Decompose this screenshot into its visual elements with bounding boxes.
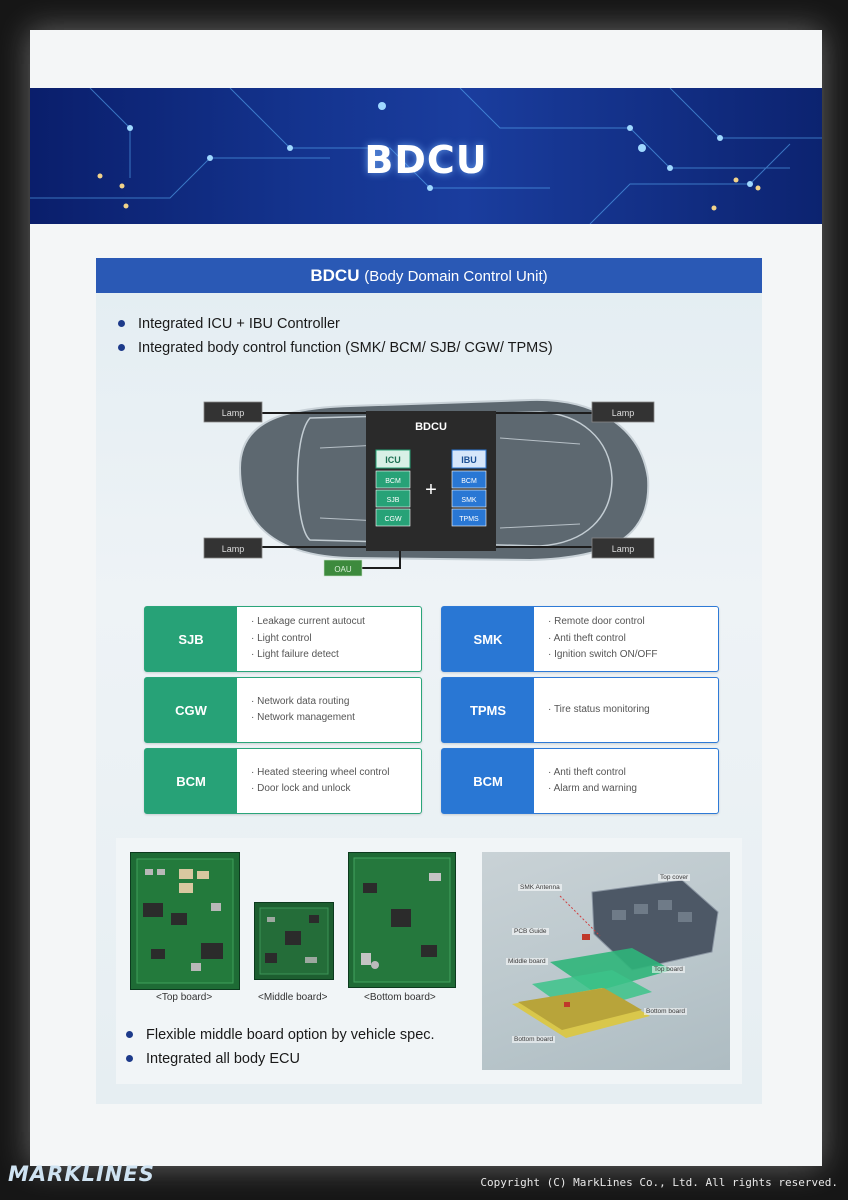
bullet-icon [126, 1055, 133, 1062]
bullet-icon [118, 320, 125, 327]
svg-text:BCM: BCM [461, 478, 477, 485]
panel-header: BDCU (Body Domain Control Unit) [96, 258, 762, 293]
list-item: Flexible middle board option by vehicle … [126, 1023, 435, 1047]
bottom-board-label: Bottom board [644, 1008, 688, 1015]
svg-text:IBU: IBU [461, 455, 477, 465]
svg-text:SJB: SJB [387, 497, 400, 504]
svg-text:Lamp: Lamp [612, 408, 635, 418]
svg-text:SMK: SMK [461, 497, 477, 504]
content-panel: BDCU (Body Domain Control Unit) Integrat… [96, 258, 762, 1104]
middle-board-caption: <Middle board> [258, 992, 328, 1003]
svg-text:Lamp: Lamp [222, 408, 245, 418]
svg-text:BCM: BCM [385, 478, 401, 485]
card-tag: CGW [145, 678, 237, 742]
svg-text:OAU: OAU [334, 565, 352, 574]
card-tag: SMK [442, 607, 534, 671]
card-list: Network data routing Network management [237, 678, 355, 742]
svg-text:Lamp: Lamp [612, 544, 635, 554]
copyright-text: Copyright (C) MarkLines Co., Ltd. All ri… [480, 1176, 838, 1189]
bdcu-label: BDCU [415, 421, 447, 433]
bottom-board-label-2: Bottom board [512, 1036, 556, 1043]
middle-board-image [254, 902, 334, 980]
top-cover-label: Top cover [658, 874, 691, 881]
top-board-image [130, 852, 240, 990]
card-tag: TPMS [442, 678, 534, 742]
bullet-icon [118, 344, 125, 351]
panel-title: BDCU [310, 266, 360, 285]
banner-title: BDCU [364, 138, 488, 182]
card-cgw: CGW Network data routing Network managem… [144, 677, 422, 743]
top-board-label: Top board [652, 966, 685, 973]
car-diagram: BDCU ICU BCM SJB CGW + IBU BCM SMK TPMS … [203, 398, 655, 577]
hardware-section: <Top board> <Middle board> <Bottom board… [116, 838, 742, 1084]
plus-icon: + [425, 479, 437, 501]
svg-text:CGW: CGW [384, 516, 402, 523]
card-list: Anti theft control Alarm and warning [534, 749, 637, 813]
panel-subtitle: (Body Domain Control Unit) [364, 268, 548, 285]
bullet-icon [126, 1031, 133, 1038]
bottom-board-caption: <Bottom board> [364, 992, 436, 1003]
card-tag: BCM [145, 749, 237, 813]
card-list: Remote door control Anti theft control I… [534, 607, 658, 671]
card-list: Tire status monitoring [534, 678, 650, 742]
card-tpms: TPMS Tire status monitoring [441, 677, 719, 743]
card-list: Leakage current autocut Light control Li… [237, 607, 365, 671]
card-tag: SJB [145, 607, 237, 671]
list-item: Integrated ICU + IBU Controller [118, 312, 553, 336]
feature-list: Integrated ICU + IBU Controller Integrat… [118, 312, 553, 360]
card-bcm-green: BCM Heated steering wheel control Door l… [144, 748, 422, 814]
title-banner: BDCU [30, 88, 822, 224]
card-bcm-blue: BCM Anti theft control Alarm and warning [441, 748, 719, 814]
card-list: Heated steering wheel control Door lock … [237, 749, 389, 813]
svg-text:Lamp: Lamp [222, 544, 245, 554]
card-smk: SMK Remote door control Anti theft contr… [441, 606, 719, 672]
svg-text:ICU: ICU [385, 455, 401, 465]
list-item: Integrated all body ECU [126, 1047, 435, 1071]
smk-antenna-label: SMK Antenna [518, 884, 562, 891]
hardware-list: Flexible middle board option by vehicle … [126, 1023, 435, 1071]
pcb-guide-label: PCB Guide [512, 928, 549, 935]
svg-text:TPMS: TPMS [459, 516, 479, 523]
marklines-logo: MARKLINES [8, 1162, 155, 1186]
bottom-board-image [348, 852, 456, 988]
card-tag: BCM [442, 749, 534, 813]
card-sjb: SJB Leakage current autocut Light contro… [144, 606, 422, 672]
list-item: Integrated body control function (SMK/ B… [118, 336, 553, 360]
exploded-view-image: Top cover SMK Antenna PCB Guide Middle b… [482, 852, 730, 1070]
middle-board-label: Middle board [506, 958, 548, 965]
top-board-caption: <Top board> [156, 992, 213, 1003]
